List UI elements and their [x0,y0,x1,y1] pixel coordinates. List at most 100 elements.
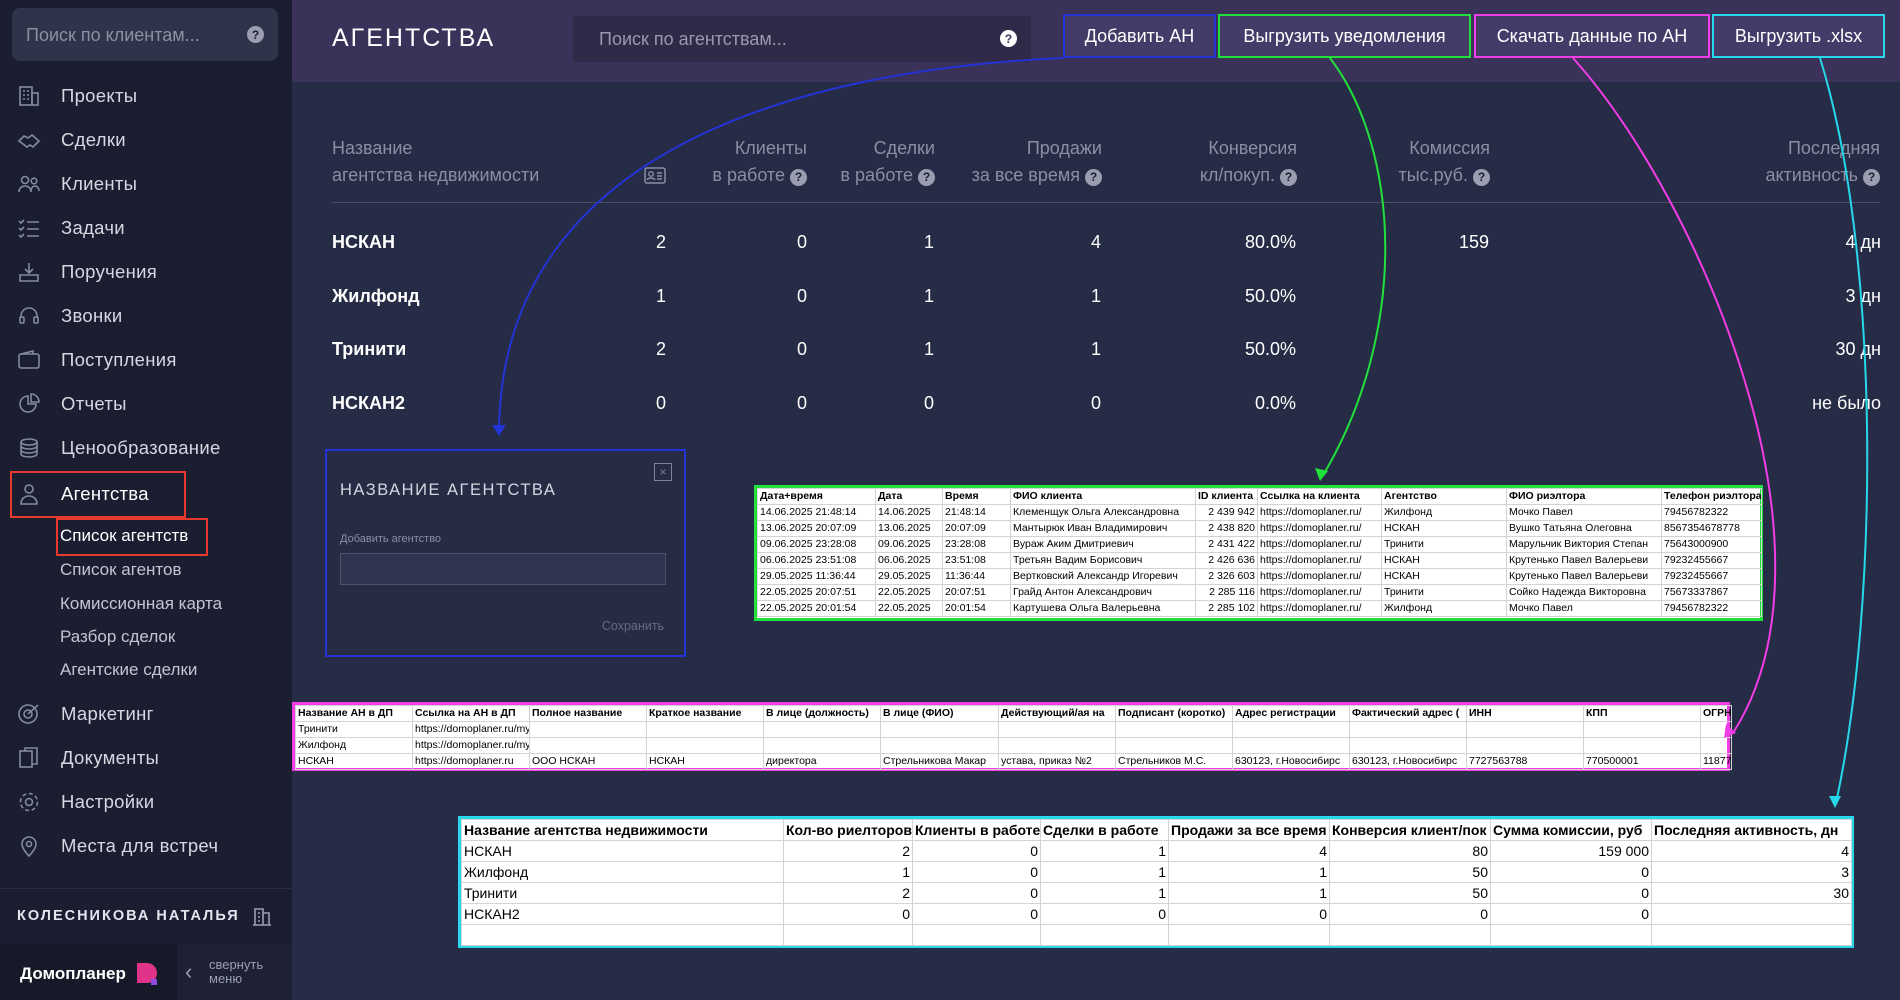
sheet-cell: 50 [1329,861,1491,883]
help-icon[interactable]: ? [1280,168,1297,186]
sheet-cell: 29.05.2025 11:36:44 [757,568,876,585]
sidebar-item-marketing[interactable]: Маркетинг [0,692,292,736]
sidebar-item-clients[interactable]: Клиенты [0,162,292,206]
agency-search-input[interactable]: Поиск по агентствам... ? [573,16,1031,62]
help-icon[interactable]: ? [1085,168,1102,186]
user-row[interactable]: КОЛЕСНИКОВА НАТАЛЬЯ [0,888,292,944]
sheet-cell: 2 439 942 [1195,504,1258,521]
sheet-cell: Стрельникова Макар [880,753,999,770]
export-xlsx-button[interactable]: Выгрузить .xlsx [1712,14,1885,58]
sidebar-item-meeting-places[interactable]: Места для встреч [0,824,292,868]
sidebar-item-label: Ценообразование [61,437,221,458]
add-agency-button[interactable]: Добавить АН [1063,14,1216,58]
help-icon[interactable]: ? [1863,168,1880,186]
assignment-icon [19,263,39,282]
sheet-cell [646,721,764,738]
sidebar-item-assignments[interactable]: Поручения [0,250,292,294]
agency-name-cell[interactable]: НСКАН2 [332,393,405,414]
sidebar-item-income[interactable]: Поступления [0,338,292,382]
sheet-cell [1040,924,1169,946]
sheet-cell: 23:51:08 [942,552,1011,569]
deals-cell: 1 [923,286,934,306]
sidebar-footer: Домопланер ‹ свернуть меню [0,944,292,1000]
sidebar-item-reports[interactable]: Отчеты [0,382,292,426]
sidebar-item-documents[interactable]: Документы [0,736,292,780]
sidebar-item-label: Документы [61,747,160,768]
sheet-header-cell: Полное название [529,705,647,722]
last-cell: 4 дн [1845,232,1881,252]
agency-name-cell[interactable]: НСКАН [332,232,395,253]
sheet-header-cell: Действующий/ая на [998,705,1116,722]
sheet-cell: 2 285 116 [1195,584,1258,601]
sheet-cell [1466,737,1584,754]
sidebar-item-deals[interactable]: Сделки [0,118,292,162]
sheet-header-cell: Название агентства недвижимости [461,819,784,841]
sheet-cell: 2 326 603 [1195,568,1258,585]
sheet-empty-row [461,924,1852,946]
col-header-commission[interactable]: Комиссия тыс.руб. ? [1340,135,1490,189]
sheet-cell: 20:07:09 [942,520,1011,537]
sidebar-item-label: Отчеты [61,393,127,414]
agency-name-cell[interactable]: Жилфонд [332,286,420,307]
col-header-name[interactable]: Название агентства недвижимости [332,135,539,189]
save-button[interactable]: Сохранить [602,619,664,633]
col-header-last-activity[interactable]: Последняя активность ? [1690,135,1880,189]
help-icon[interactable]: ? [1473,168,1490,186]
sheet-header-cell: Последняя активность, дн [1651,819,1852,841]
col-header-conversion[interactable]: Конверсия кл/покуп. ? [1130,135,1297,189]
sheet-cell: 11:36:44 [942,568,1011,585]
arrow-head-add [492,425,506,436]
comm-cell: 159 [1458,232,1489,252]
brand-name: Домопланер [20,964,126,983]
sidebar-item-label: Сделки [61,129,126,150]
office-icon[interactable] [250,905,274,927]
help-icon[interactable]: ? [918,168,935,186]
subitem-commission-map[interactable]: Комиссионная карта [60,594,222,614]
subitem-deal-review[interactable]: Разбор сделок [60,627,175,647]
sheet-header-cell: Дата+время [757,488,876,505]
agents-cell: 2 [655,339,666,359]
collapse-menu-button[interactable]: ‹ свернуть меню [177,944,292,1000]
sheet-cell: 8567354678778 [1661,520,1762,537]
arrow-add [498,57,1064,434]
help-icon[interactable]: ? [790,168,807,186]
agency-name-label: Добавить агентство [340,533,442,545]
subitem-agency-deals[interactable]: Агентские сделки [60,660,197,680]
sheet-cell: https://domoplaner.ru/mypanel/agencies/a… [412,737,530,754]
sidebar-item-pricing[interactable]: Ценообразование [0,426,292,470]
sidebar-item-calls[interactable]: Звонки [0,294,292,338]
sheet-cell: 79232455667 [1661,552,1762,569]
sidebar-item-projects[interactable]: Проекты [0,74,292,118]
sheet-header-cell: Адрес регистрации [1232,705,1350,722]
arrow-head-xlsx [1829,796,1841,808]
target-icon [18,704,39,724]
subitem-agent-list[interactable]: Список агентов [60,560,182,580]
sheet-cell [1232,737,1350,754]
sheet-cell: https://domoplaner.ru/ [1257,600,1382,617]
sheet-cell: НСКАН [1381,552,1507,569]
client-search-input[interactable]: Поиск по клиентам... ? [12,8,278,61]
sheet-cell: Тринити [1381,584,1507,601]
export-notifications-button[interactable]: Выгрузить уведомления [1218,14,1471,58]
col-header-sales[interactable]: Продажи за все время ? [940,135,1102,189]
sidebar-item-tasks[interactable]: Задачи [0,206,292,250]
help-icon[interactable]: ? [1000,30,1017,47]
sidebar-item-settings[interactable]: Настройки [0,780,292,824]
collapse-label-line1: свернуть [209,957,264,972]
agency-name-cell[interactable]: Тринити [332,339,406,360]
sheet-header-cell: Фактический адрес ( [1349,705,1467,722]
download-agency-data-button[interactable]: Скачать данные по АН [1474,14,1710,58]
sheet-cell: Вертковский Александр Игоревич [1010,568,1196,585]
sheet-cell: Крутенько Павел Валерьеви [1506,552,1662,569]
sheet-header-cell: ОГРН [1700,705,1732,722]
sheet-cell: 06.06.2025 23:51:08 [757,552,876,569]
help-icon[interactable]: ? [247,26,264,43]
col-header-deals[interactable]: Сделки в работе ? [810,135,935,189]
close-icon[interactable]: × [654,463,672,481]
agency-name-input[interactable] [340,553,666,585]
sheet-cell: ООО НСКАН [529,753,647,770]
sales-cell: 0 [1090,393,1101,413]
sheet-cell: 2 285 102 [1195,600,1258,617]
sheet-cell: 2 [783,840,913,862]
col-header-clients[interactable]: Клиенты в работе ? [680,135,807,189]
